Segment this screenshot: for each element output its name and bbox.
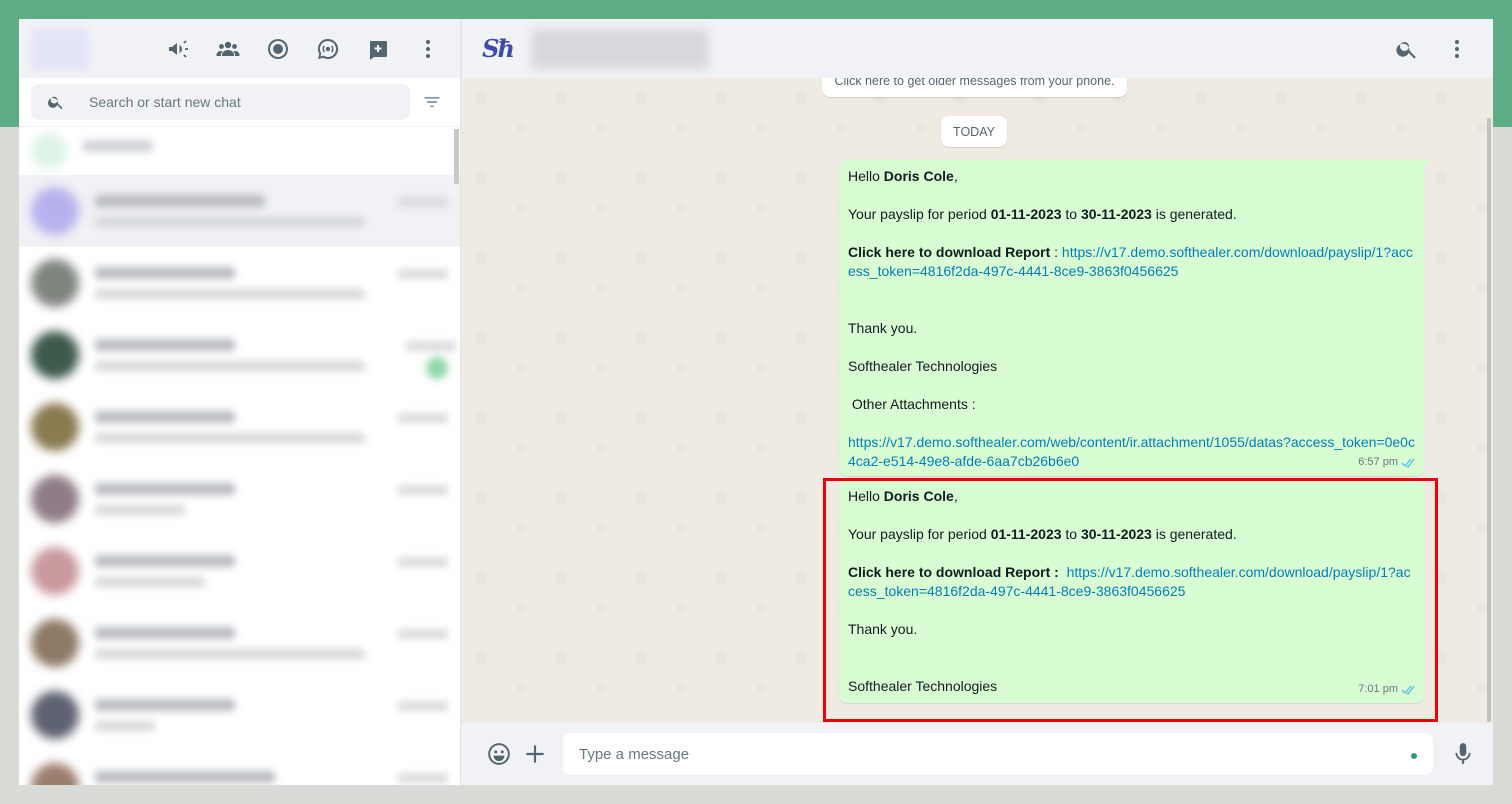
avatar — [31, 475, 79, 523]
left-header — [19, 19, 460, 78]
list-item[interactable] — [19, 463, 460, 535]
status-dot — [1411, 753, 1417, 759]
avatar[interactable] — [31, 27, 89, 70]
avatar — [31, 691, 79, 739]
message-thanks: Thank you. — [848, 621, 918, 637]
search-box[interactable] — [31, 84, 410, 120]
avatar — [31, 763, 79, 785]
header-icon-group — [158, 29, 448, 69]
attach-plus-icon[interactable] — [517, 734, 553, 774]
avatar — [31, 403, 79, 451]
filter-icon[interactable] — [414, 92, 450, 112]
search-input[interactable] — [89, 94, 389, 110]
attachment-link[interactable]: https://v17.demo.softhealer.com/web/cont… — [848, 434, 1415, 469]
message-period: Your payslip for period 01-11-2023 to 30… — [848, 526, 1237, 542]
message-period: Your payslip for period 01-11-2023 to 30… — [848, 206, 1237, 222]
emoji-icon[interactable] — [481, 734, 517, 774]
message-attachment: https://v17.demo.softhealer.com/web/cont… — [848, 433, 1415, 471]
search-icon — [48, 96, 63, 110]
conversation-header: Sħ — [461, 19, 1493, 78]
list-item[interactable] — [19, 175, 460, 247]
message-scrollbar[interactable] — [1487, 118, 1491, 722]
list-item[interactable] — [19, 319, 460, 391]
list-item[interactable] — [19, 607, 460, 679]
communities-megaphone-icon[interactable] — [158, 29, 198, 69]
avatar — [31, 187, 79, 235]
chat-list — [19, 127, 460, 785]
avatar — [31, 547, 79, 595]
message-greeting: Hello Doris Cole, — [848, 488, 958, 504]
microphone-icon[interactable] — [1445, 734, 1481, 774]
message-company: Softhealer Technologies — [848, 678, 998, 694]
whatsapp-web-window: Sħ Click here to get older messages from… — [19, 19, 1493, 785]
read-receipt-icon — [1401, 458, 1415, 468]
menu-icon[interactable] — [408, 29, 448, 69]
message-download: Click here to download Report : https://… — [848, 564, 1411, 599]
message-area: Click here to get older messages from yo… — [461, 78, 1493, 723]
list-item[interactable] — [19, 751, 460, 785]
message-time: 6:57 pm — [1358, 453, 1417, 472]
bubble-tail — [1423, 160, 1431, 168]
message-input-box[interactable] — [563, 733, 1433, 775]
avatar — [31, 331, 79, 379]
conversation-panel: Sħ Click here to get older messages from… — [461, 19, 1493, 785]
list-item[interactable] — [19, 391, 460, 463]
message-bubble[interactable]: Hello Doris Cole, Your payslip for perio… — [839, 160, 1431, 476]
contact-logo[interactable]: Sħ — [480, 31, 515, 66]
message-time: 7:01 pm — [1358, 680, 1417, 699]
status-icon[interactable] — [258, 29, 298, 69]
list-item[interactable] — [19, 535, 460, 607]
search-row — [19, 78, 460, 127]
search-icon[interactable] — [1387, 29, 1427, 69]
list-item[interactable] — [19, 127, 460, 175]
compose-bar — [461, 723, 1493, 785]
chat-list-scrollbar[interactable] — [454, 129, 459, 184]
menu-icon[interactable] — [1437, 29, 1477, 69]
chat-list-panel — [19, 19, 461, 785]
message-thanks: Thank you. — [848, 320, 918, 336]
message-bubble[interactable]: Hello Doris Cole, Your payslip for perio… — [839, 480, 1424, 703]
contact-name[interactable] — [531, 28, 709, 69]
channels-icon[interactable] — [308, 29, 348, 69]
message-download: Click here to download Report : https://… — [848, 244, 1413, 279]
older-messages-note[interactable]: Click here to get older messages from yo… — [822, 78, 1127, 97]
avatar — [31, 619, 79, 667]
message-greeting: Hello Doris Cole, — [848, 168, 958, 184]
read-receipt-icon — [1401, 685, 1415, 695]
list-item[interactable] — [19, 679, 460, 751]
list-item[interactable] — [19, 247, 460, 319]
unread-badge — [426, 357, 448, 379]
communities-icon[interactable] — [208, 29, 248, 69]
new-chat-icon[interactable] — [358, 29, 398, 69]
avatar — [31, 259, 79, 307]
conversation-icon-group — [1387, 29, 1477, 69]
date-divider: TODAY — [941, 116, 1007, 147]
message-input[interactable] — [579, 745, 1417, 763]
message-company: Softhealer Technologies — [848, 358, 998, 374]
message-attachments-label: Other Attachments : — [848, 396, 976, 412]
avatar — [31, 133, 67, 169]
